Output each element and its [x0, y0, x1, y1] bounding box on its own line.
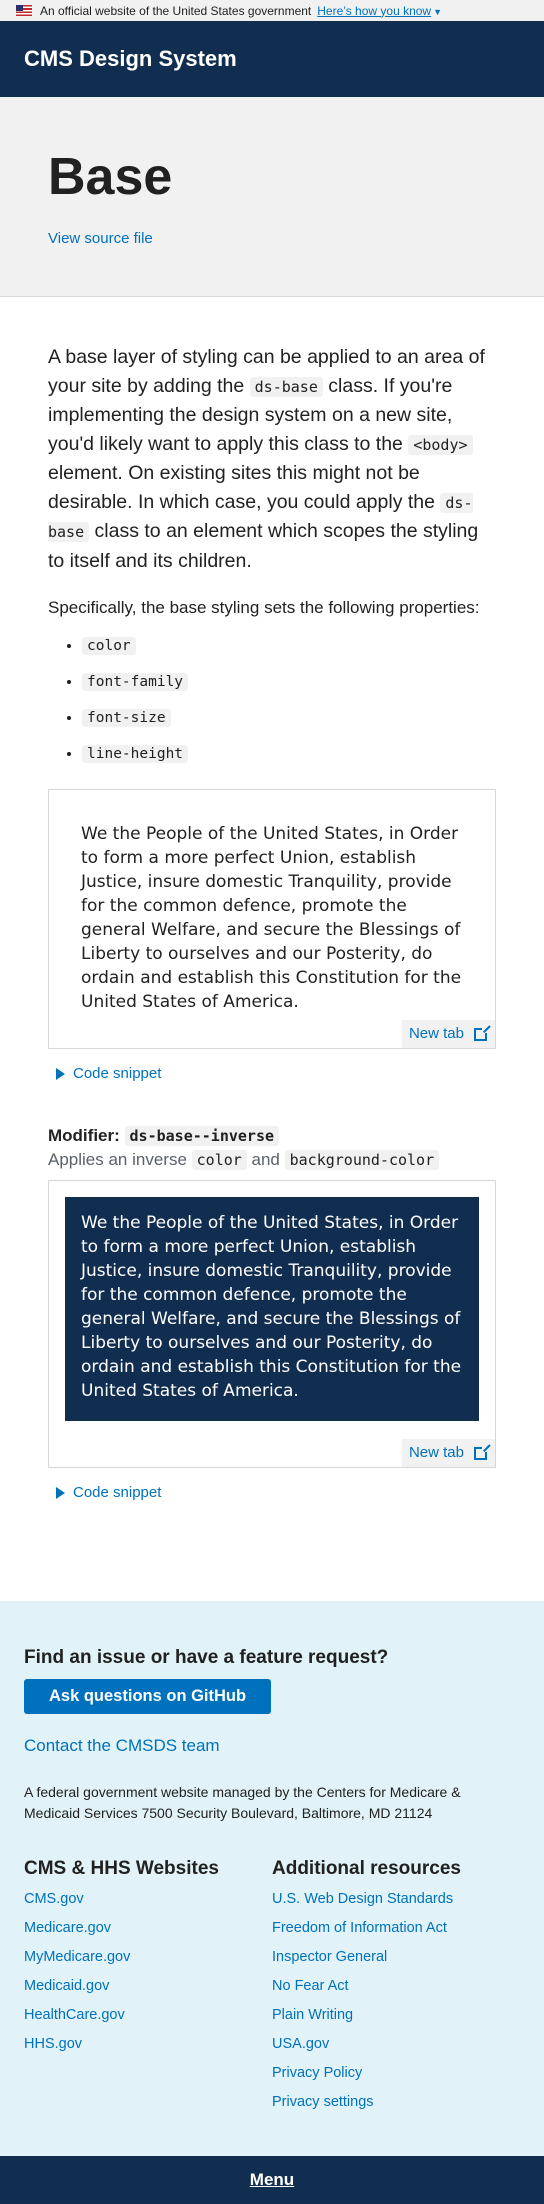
contact-link[interactable]: Contact the CMSDS team: [24, 1736, 520, 1756]
property-code: line-height: [82, 745, 189, 764]
footer-link-foia[interactable]: Freedom of Information Act: [272, 1919, 520, 1937]
applies-text-2: and: [246, 1150, 285, 1170]
properties-intro: Specifically, the base styling sets the …: [48, 598, 480, 618]
intro-text-4: class to an element which scopes the sty…: [48, 520, 479, 572]
mobile-menu-bar: Menu: [0, 2156, 544, 2204]
page-title: Base: [48, 148, 173, 206]
code-ds-base: ds-base: [249, 376, 323, 397]
additional-resources-column: Additional resources U.S. Web Design Sta…: [272, 1858, 520, 2122]
footer-link-usa-gov[interactable]: USA.gov: [272, 2035, 520, 2053]
footer-link-healthcare[interactable]: HealthCare.gov: [24, 2006, 272, 2024]
external-link-icon: [474, 1443, 491, 1460]
modifier-code: ds-base--inverse: [124, 1126, 280, 1147]
main-content: A base layer of styling can be applied t…: [0, 297, 544, 1501]
gov-banner-text: An official website of the United States…: [40, 3, 312, 18]
column-title: Additional resources: [272, 1858, 461, 1880]
federal-notice: A federal government website managed by …: [24, 1784, 461, 1822]
menu-button[interactable]: Menu: [250, 2170, 294, 2190]
code-background-color: background-color: [284, 1150, 440, 1171]
modifier-label: Modifier:: [48, 1126, 120, 1146]
applies-text-1: Applies an inverse: [48, 1150, 192, 1170]
list-item: line-height: [82, 743, 496, 765]
code-body: <body>: [408, 434, 473, 455]
code-snippet-toggle[interactable]: Code snippet: [48, 1484, 496, 1501]
footer-link-plain-writing[interactable]: Plain Writing: [272, 2006, 520, 2024]
modifier-description: Applies an inverse color and background-…: [48, 1150, 496, 1171]
intro-text-3: element. On existing sites this might no…: [48, 462, 441, 513]
properties-list: color font-family font-size line-height: [48, 635, 496, 765]
new-tab-button[interactable]: New tab: [401, 1439, 495, 1468]
how-you-know-label: Here’s how you know: [317, 3, 432, 18]
code-color: color: [191, 1150, 247, 1171]
property-code: font-size: [82, 709, 171, 728]
footer-link-inspector-general[interactable]: Inspector General: [272, 1948, 520, 1966]
chevron-down-icon: ▼: [433, 6, 443, 17]
footer-link-mymedicare[interactable]: MyMedicare.gov: [24, 1948, 272, 1966]
example-text: We the People of the United States, in O…: [81, 824, 462, 1013]
footer-link-medicare[interactable]: Medicare.gov: [24, 1919, 272, 1937]
column-title: CMS & HHS Websites: [24, 1858, 219, 1880]
footer-heading: Find an issue or have a feature request?: [24, 1647, 389, 1669]
code-snippet-toggle[interactable]: Code snippet: [48, 1065, 496, 1082]
modifier-heading: Modifier: ds-base--inverse: [48, 1126, 496, 1147]
new-tab-button[interactable]: New tab: [401, 1020, 495, 1049]
how-you-know-link[interactable]: Here’s how you know ▼: [317, 4, 442, 18]
cms-hhs-column: CMS & HHS Websites CMS.gov Medicare.gov …: [24, 1858, 272, 2122]
view-source-link[interactable]: View source file: [48, 230, 153, 247]
page-hero: Base View source file: [0, 97, 544, 298]
github-button[interactable]: Ask questions on GitHub: [24, 1679, 272, 1715]
footer-link-cms[interactable]: CMS.gov: [24, 1890, 272, 1908]
code-snippet-label: Code snippet: [73, 1065, 162, 1083]
property-code: font-family: [82, 673, 189, 692]
inverse-example-frame: We the People of the United States, in O…: [48, 1180, 496, 1469]
footer-link-hhs[interactable]: HHS.gov: [24, 2035, 272, 2053]
list-item: font-family: [82, 671, 496, 693]
property-code: color: [82, 637, 136, 656]
site-footer: Find an issue or have a feature request?…: [0, 1601, 544, 2157]
list-item: font-size: [82, 707, 496, 729]
footer-link-uswds[interactable]: U.S. Web Design Standards: [272, 1890, 520, 1908]
new-tab-label: New tab: [408, 1025, 464, 1043]
inverse-example-text: We the People of the United States, in O…: [65, 1197, 479, 1422]
code-snippet-label: Code snippet: [73, 1484, 162, 1502]
base-example-frame: We the People of the United States, in O…: [48, 789, 496, 1050]
triangle-right-icon: [56, 1486, 65, 1499]
intro-paragraph: A base layer of styling can be applied t…: [48, 343, 496, 575]
footer-link-no-fear[interactable]: No Fear Act: [272, 1977, 520, 1995]
footer-link-privacy-policy[interactable]: Privacy Policy: [272, 2064, 520, 2082]
external-link-icon: [474, 1024, 491, 1041]
site-title-link[interactable]: CMS Design System: [24, 46, 237, 72]
triangle-right-icon: [56, 1067, 65, 1080]
footer-columns: CMS & HHS Websites CMS.gov Medicare.gov …: [24, 1858, 520, 2122]
footer-link-medicaid[interactable]: Medicaid.gov: [24, 1977, 272, 1995]
site-header: CMS Design System: [0, 21, 544, 97]
us-flag-icon: [16, 5, 32, 16]
list-item: color: [82, 635, 496, 657]
footer-link-privacy-settings[interactable]: Privacy settings: [272, 2093, 520, 2111]
gov-banner: An official website of the United States…: [0, 0, 544, 21]
new-tab-label: New tab: [408, 1444, 464, 1462]
